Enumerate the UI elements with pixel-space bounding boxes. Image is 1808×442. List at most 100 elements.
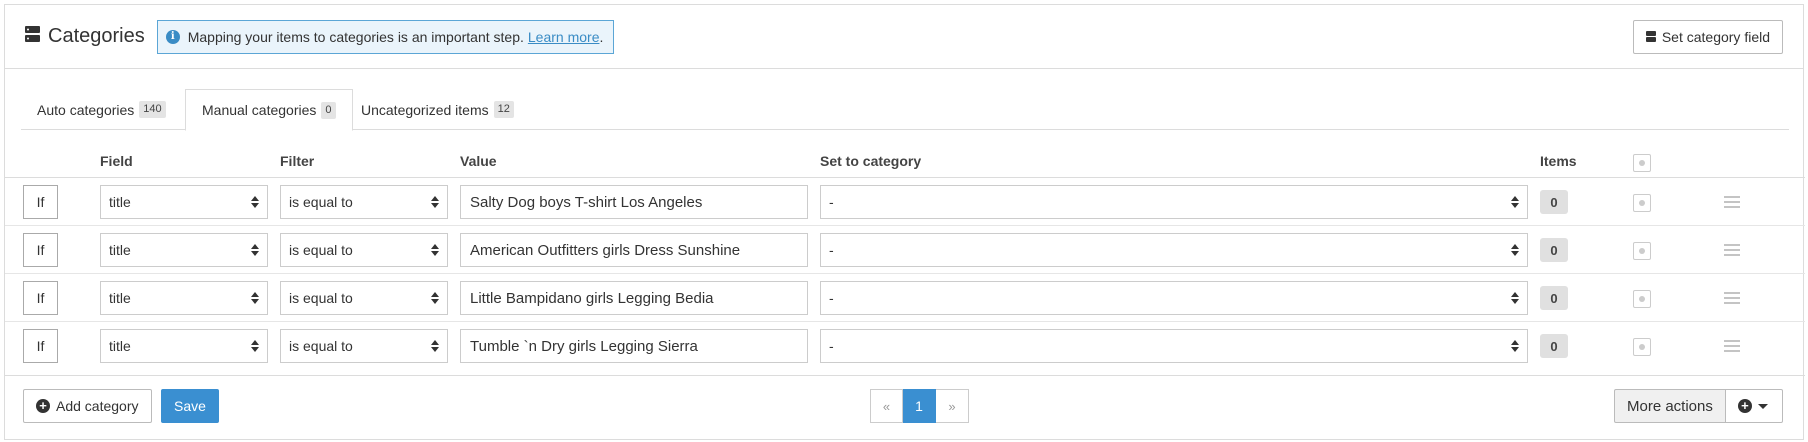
field-select[interactable]: title [100, 185, 268, 219]
panel-header: Categories i Mapping your items to categ… [5, 5, 1803, 69]
value-input[interactable]: American Outfitters girls Dress Sunshine [460, 233, 808, 267]
add-category-button[interactable]: + Add category [23, 389, 152, 423]
field-select-value: title [109, 290, 131, 306]
info-alert: i Mapping your items to categories is an… [156, 19, 615, 54]
tab-uncategorized-items[interactable]: Uncategorized items 12 [345, 89, 530, 130]
save-button[interactable]: Save [161, 389, 219, 423]
row-checkbox[interactable] [1633, 338, 1651, 356]
column-header-value: Value [460, 153, 497, 169]
sort-caret-icon [431, 196, 439, 208]
sort-caret-icon [1511, 196, 1519, 208]
tab-label: Auto categories [37, 101, 135, 118]
add-dropdown-button[interactable]: + [1725, 389, 1783, 423]
column-header-set-to-category: Set to category [820, 153, 922, 169]
page-title-text: Categories [48, 25, 145, 47]
row-checkbox[interactable] [1633, 242, 1651, 260]
category-select[interactable]: - [820, 281, 1528, 315]
alert-text: Mapping your items to categories is an i… [187, 28, 524, 45]
tab-manual-categories[interactable]: Manual categories 0 [185, 89, 353, 131]
field-select-value: title [109, 338, 131, 354]
drag-handle-icon[interactable] [1724, 196, 1740, 209]
plus-circle-icon: + [36, 399, 50, 413]
checkbox-dot [1639, 160, 1645, 166]
sort-caret-icon [251, 340, 259, 352]
category-select-value: - [829, 290, 834, 306]
alert-period: . [599, 28, 604, 45]
server-icon [1645, 29, 1656, 45]
categories-panel: Categories i Mapping your items to categ… [4, 4, 1805, 440]
sort-caret-icon [251, 292, 259, 304]
category-tabs: Auto categories 140 Manual categories 0 … [21, 89, 1789, 131]
items-count-badge: 0 [1540, 334, 1568, 358]
table-row: If title is equal to Tumble `n Dry girls… [5, 322, 1805, 370]
tab-label: Manual categories [202, 102, 317, 118]
column-header-filter: Filter [280, 153, 315, 169]
filter-select[interactable]: is equal to [280, 233, 448, 267]
pagination-next[interactable]: » [936, 389, 969, 423]
category-select-value: - [829, 194, 834, 210]
items-count-badge: 0 [1540, 286, 1568, 310]
select-all-checkbox[interactable] [1633, 154, 1651, 172]
count-badge: 140 [139, 101, 166, 118]
pagination-page-1[interactable]: 1 [903, 389, 936, 423]
sort-caret-icon [431, 340, 439, 352]
set-category-field-button[interactable]: Set category field [1632, 20, 1783, 54]
pagination-prev[interactable]: « [870, 389, 903, 423]
if-button[interactable]: If [23, 281, 58, 315]
field-select[interactable]: title [100, 281, 268, 315]
table-row: If title is equal to Little Bampidano gi… [5, 274, 1805, 322]
drag-handle-icon[interactable] [1724, 292, 1740, 305]
value-input[interactable]: Tumble `n Dry girls Legging Sierra [460, 329, 808, 363]
if-button[interactable]: If [23, 233, 58, 267]
field-select-value: title [109, 194, 131, 210]
filter-select[interactable]: is equal to [280, 185, 448, 219]
row-checkbox[interactable] [1633, 194, 1651, 212]
filter-select[interactable]: is equal to [280, 329, 448, 363]
checkbox-dot [1639, 248, 1645, 254]
table-row: If title is equal to Salty Dog boys T-sh… [5, 178, 1805, 226]
more-actions-group: More actions + [1614, 389, 1783, 423]
field-select[interactable]: title [100, 233, 268, 267]
sort-caret-icon [1511, 244, 1519, 256]
learn-more-link[interactable]: Learn more [528, 29, 600, 45]
more-actions-button[interactable]: More actions [1614, 389, 1726, 423]
tab-auto-categories[interactable]: Auto categories 140 [21, 89, 182, 130]
field-select[interactable]: title [100, 329, 268, 363]
caret-down-icon [1757, 403, 1768, 409]
sort-caret-icon [1511, 340, 1519, 352]
sort-caret-icon [251, 196, 259, 208]
sort-caret-icon [431, 292, 439, 304]
sort-caret-icon [1511, 292, 1519, 304]
category-select[interactable]: - [820, 185, 1528, 219]
set-category-field-label: Set category field [1661, 29, 1770, 45]
count-badge: 12 [493, 101, 514, 118]
items-count-badge: 0 [1540, 190, 1568, 214]
value-input[interactable]: Salty Dog boys T-shirt Los Angeles [460, 185, 808, 219]
tab-label: Uncategorized items [361, 101, 489, 118]
filter-select-value: is equal to [289, 194, 353, 210]
category-select[interactable]: - [820, 233, 1528, 267]
divider [5, 375, 1805, 376]
table-row: If title is equal to American Outfitters… [5, 226, 1805, 274]
row-checkbox[interactable] [1633, 290, 1651, 308]
checkbox-dot [1639, 200, 1645, 206]
drag-handle-icon[interactable] [1724, 340, 1740, 353]
filter-select-value: is equal to [289, 290, 353, 306]
drag-handle-icon[interactable] [1724, 244, 1740, 257]
count-badge: 0 [321, 101, 336, 119]
category-select[interactable]: - [820, 329, 1528, 363]
field-select-value: title [109, 242, 131, 258]
column-header-field: Field [100, 153, 133, 169]
server-icon [25, 25, 40, 48]
if-button[interactable]: If [23, 329, 58, 363]
plus-circle-icon: + [1737, 399, 1752, 413]
info-icon: i [165, 29, 180, 44]
checkbox-dot [1639, 344, 1645, 350]
value-input[interactable]: Little Bampidano girls Legging Bedia [460, 281, 808, 315]
pagination: « 1 » [870, 389, 969, 423]
category-select-value: - [829, 338, 834, 354]
if-button[interactable]: If [23, 185, 58, 219]
sort-caret-icon [431, 244, 439, 256]
filter-select[interactable]: is equal to [280, 281, 448, 315]
add-category-label: Add category [56, 398, 139, 414]
